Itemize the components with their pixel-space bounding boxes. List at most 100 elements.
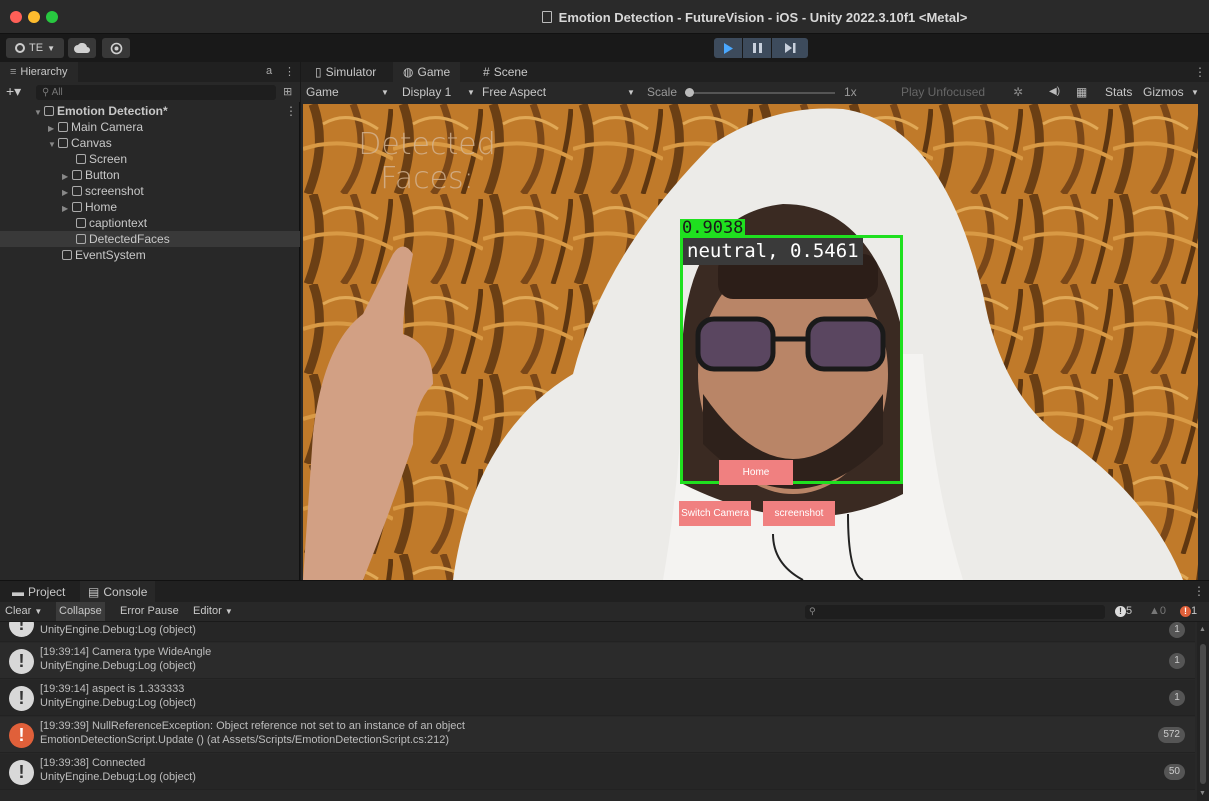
display-dropdown[interactable]: Display 1 [402, 85, 451, 99]
tab-hierarchy[interactable]: ≡ Hierarchy [0, 62, 78, 82]
hierarchy-tab-bar: ≡ Hierarchy a ⋮ [0, 62, 300, 82]
more-options-icon[interactable]: ⋮ [1194, 65, 1206, 79]
clear-dropdown[interactable]: Clear ▼ [2, 602, 45, 621]
lock-icon[interactable]: a [266, 65, 272, 77]
face-bounding-box [680, 235, 903, 484]
collab-icon [110, 42, 122, 54]
console-search-input[interactable]: ⚲ [805, 605, 1105, 619]
console-tab-bar: ▬ Project ▤ Console ⋮ [0, 581, 1209, 602]
game-viewport[interactable]: Detected Faces: 0.9038 neutral, 0.5461 H… [303, 104, 1198, 580]
screenshot-button[interactable]: screenshot [763, 501, 835, 526]
tree-item-eventsystem[interactable]: EventSystem [0, 247, 300, 263]
log-entry-error[interactable]: ! [19:39:39] NullReferenceException: Obj… [0, 717, 1195, 753]
account-icon [15, 43, 25, 53]
main-toolbar: TE ▼ [0, 34, 1209, 62]
gameobject-icon [58, 138, 68, 148]
cloud-icon [74, 43, 90, 53]
info-icon: ! [9, 649, 34, 674]
pause-button[interactable] [743, 38, 771, 58]
audio-icon[interactable]: ◀) [1049, 86, 1060, 97]
log-entry[interactable]: ! [19:39:14] aspect is 1.333333 UnityEng… [0, 680, 1195, 716]
tree-item-scene[interactable]: ▼ Emotion Detection* ⋮ [0, 103, 300, 119]
search-icon: ⚲ [42, 87, 52, 98]
warning-icon: ▲ [1149, 605, 1160, 617]
info-icon: ! [9, 760, 34, 785]
tree-item-detectedfaces[interactable]: DetectedFaces [0, 231, 300, 247]
more-options-icon[interactable]: ⋮ [285, 103, 297, 119]
gameobject-icon [58, 122, 68, 132]
tree-item-screenshot[interactable]: ▶ screenshot [0, 183, 300, 199]
stats-button[interactable]: Stats [1105, 85, 1132, 99]
gamepad-icon: ◍ [403, 65, 414, 79]
face-score-label: 0.9038 [680, 218, 746, 238]
more-options-icon[interactable]: ⋮ [1193, 584, 1205, 598]
collab-button[interactable] [102, 38, 130, 58]
scale-slider[interactable] [685, 88, 835, 97]
switch-camera-button[interactable]: Switch Camera [679, 501, 751, 526]
document-icon [541, 11, 552, 23]
info-icon: ! [1115, 606, 1126, 617]
chevron-down-icon: ▼ [47, 43, 55, 53]
keyboard-icon[interactable]: ▦ [1076, 85, 1087, 99]
console-toolbar: Clear ▼ Collapse Error Pause Editor ▼ ⚲ … [0, 602, 1209, 622]
error-pause-toggle[interactable]: Error Pause [117, 602, 182, 621]
tab-scene[interactable]: # Scene [473, 62, 538, 82]
collapse-toggle[interactable]: Collapse [56, 602, 105, 621]
play-mode-dropdown[interactable]: Play Unfocused [901, 85, 985, 99]
log-count-badge: 572 [1158, 727, 1185, 743]
add-object-button[interactable]: +▾ [6, 83, 21, 100]
log-entry[interactable]: ! [19:39:38] Connected UnityEngine.Debug… [0, 754, 1195, 790]
title-bar: Emotion Detection - FutureVision - iOS -… [0, 0, 1209, 34]
more-options-icon[interactable]: ⋮ [284, 65, 295, 78]
scrollbar-thumb[interactable] [1200, 644, 1206, 784]
console-icon: ▤ [88, 584, 100, 599]
tab-console[interactable]: ▤ Console [80, 581, 156, 602]
scene-icon [44, 106, 54, 116]
window-title: Emotion Detection - FutureVision - iOS -… [0, 0, 1209, 34]
emotion-label: neutral, 0.5461 [683, 238, 863, 265]
editor-dropdown[interactable]: Editor ▼ [190, 602, 236, 621]
info-icon: ! [9, 622, 34, 637]
game-view-bar: Game ▼ Display 1 ▼ Free Aspect ▼ Scale 1… [301, 82, 1209, 104]
aspect-dropdown[interactable]: Free Aspect [482, 85, 546, 99]
phone-icon: ▯ [315, 65, 322, 79]
console-scrollbar[interactable]: ▲ ▼ [1197, 622, 1209, 801]
account-dropdown[interactable]: TE ▼ [6, 38, 64, 58]
scroll-up-icon[interactable]: ▲ [1199, 626, 1206, 633]
step-button[interactable] [772, 38, 808, 58]
tree-item-captiontext[interactable]: captiontext [0, 215, 300, 231]
hierarchy-search-input[interactable]: ⚲ All [36, 85, 276, 100]
cloud-button[interactable] [68, 38, 96, 58]
tab-project[interactable]: ▬ Project [4, 581, 73, 602]
info-filter-toggle[interactable]: ! 5 [1112, 602, 1135, 621]
gameobject-icon [76, 218, 86, 228]
filter-icon[interactable]: ⊞ [283, 85, 292, 98]
scale-slider-handle[interactable] [685, 88, 694, 97]
game-panel: ▯ Simulator ◍ Game # Scene ⋮ Game ▼ Display… [301, 62, 1209, 580]
warning-filter-toggle[interactable]: ▲0 [1146, 602, 1169, 621]
info-icon: ! [9, 686, 34, 711]
tree-item-canvas[interactable]: ▼ Canvas [0, 135, 300, 151]
tree-item-button[interactable]: ▶ Button [0, 167, 300, 183]
error-filter-toggle[interactable]: ! 1 [1177, 602, 1200, 621]
gameobject-icon [62, 250, 72, 260]
tab-game[interactable]: ◍ Game [393, 62, 461, 82]
scale-value: 1x [844, 85, 857, 99]
game-tab-bar: ▯ Simulator ◍ Game # Scene ⋮ [301, 62, 1209, 82]
bug-icon[interactable]: ✲ [1013, 85, 1023, 99]
tree-item-home[interactable]: ▶ Home [0, 199, 300, 215]
play-button[interactable] [714, 38, 742, 58]
tab-simulator[interactable]: ▯ Simulator [305, 62, 386, 82]
scale-label: Scale [647, 85, 678, 99]
log-entry[interactable]: ! [19:39:14] Camera type WideAngle Unity… [0, 643, 1195, 679]
home-button[interactable]: Home [719, 460, 793, 485]
gizmos-button[interactable]: Gizmos [1143, 85, 1184, 99]
detected-faces-title: Detected Faces: [358, 127, 496, 196]
scroll-down-icon[interactable]: ▼ [1199, 790, 1206, 797]
error-icon: ! [9, 723, 34, 748]
log-count-badge: 1 [1169, 690, 1185, 706]
game-mode-dropdown[interactable]: Game [306, 85, 339, 99]
tree-item-main-camera[interactable]: ▶ Main Camera [0, 119, 300, 135]
log-entry[interactable]: ! UnityEngine.Debug:Log (object) 1 [0, 622, 1195, 642]
tree-item-screen[interactable]: Screen [0, 151, 300, 167]
